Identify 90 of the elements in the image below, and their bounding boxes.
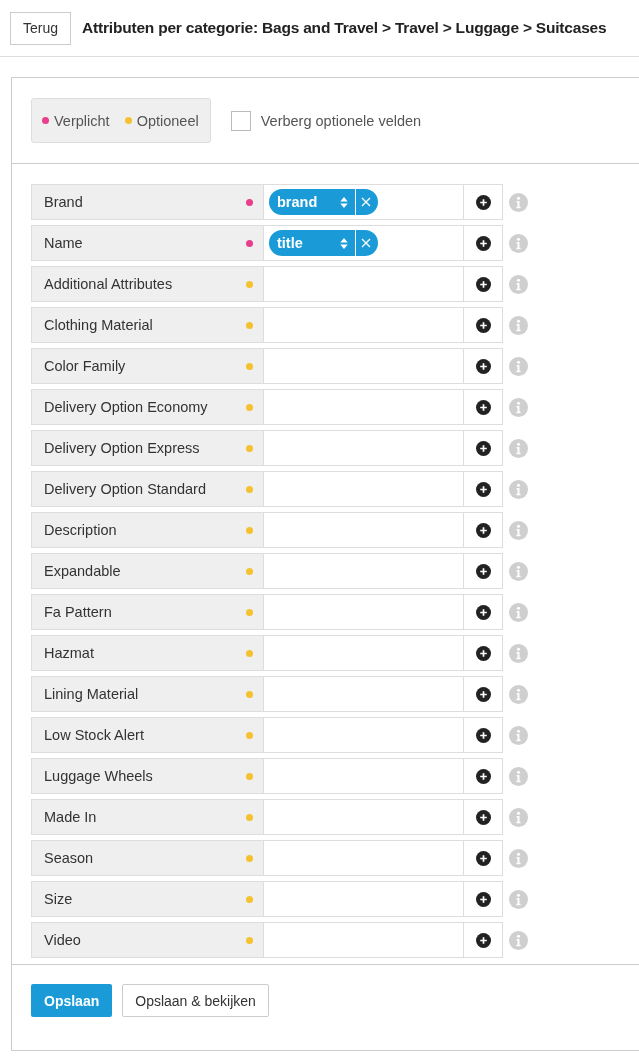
attribute-name: Description — [44, 522, 117, 538]
add-icon[interactable] — [475, 194, 491, 210]
mapping-field[interactable] — [264, 471, 464, 507]
info-icon[interactable] — [509, 602, 528, 622]
add-icon[interactable] — [475, 440, 491, 456]
mapping-field[interactable] — [264, 266, 464, 302]
info-icon[interactable] — [509, 930, 528, 950]
info-icon[interactable] — [509, 274, 528, 294]
add-icon[interactable] — [475, 604, 491, 620]
checkbox[interactable] — [230, 110, 251, 131]
add-icon[interactable] — [475, 727, 491, 743]
add-icon[interactable] — [475, 686, 491, 702]
add-icon[interactable] — [475, 850, 491, 866]
attribute-name: Hazmat — [44, 645, 94, 661]
attribute-name: Delivery Option Standard — [44, 481, 206, 497]
attribute-name: Delivery Option Express — [44, 440, 200, 456]
save-button[interactable]: Opslaan — [31, 984, 113, 1017]
add-icon[interactable] — [475, 932, 491, 948]
mapping-field[interactable]: title — [264, 225, 464, 261]
add-icon[interactable] — [475, 235, 491, 251]
add-icon[interactable] — [475, 809, 491, 825]
attribute-name: Lining Material — [44, 686, 139, 702]
mapping-field[interactable] — [264, 348, 464, 384]
mapping-field[interactable] — [264, 553, 464, 589]
info-icon[interactable] — [509, 643, 528, 663]
attribute-name: Clothing Material — [44, 317, 153, 333]
mapping-field[interactable] — [264, 430, 464, 466]
page-title: Attributen per categorie: Bags and Travel > Travel > Luggage > Suitcases — [82, 19, 607, 37]
info-icon[interactable] — [509, 315, 528, 335]
attribute-name: Additional Attributes — [44, 276, 173, 292]
add-icon[interactable] — [475, 891, 491, 907]
attribute-name: Delivery Option Economy — [44, 399, 208, 415]
sort-icon — [339, 236, 349, 250]
attribute-name: Low Stock Alert — [44, 727, 144, 743]
add-icon[interactable] — [475, 317, 491, 333]
attribute-name: Size — [44, 891, 73, 907]
attribute-name: Fa Pattern — [44, 604, 112, 620]
add-icon[interactable] — [475, 276, 491, 292]
save-and-view-button[interactable]: Opslaan & bekijken — [122, 984, 269, 1017]
checkbox-label: Verberg optionele velden — [260, 112, 422, 129]
mapping-field[interactable] — [264, 635, 464, 671]
add-icon[interactable] — [475, 399, 491, 415]
sort-icon — [339, 195, 349, 209]
mapping-field[interactable] — [264, 512, 464, 548]
mapping-tag[interactable]: brand — [269, 189, 378, 215]
mapping-field[interactable] — [264, 799, 464, 835]
mapping-field[interactable] — [264, 717, 464, 753]
attribute-name: Color Family — [44, 358, 126, 374]
mapping-field[interactable] — [264, 922, 464, 958]
legend-dot — [124, 117, 132, 124]
info-icon[interactable] — [509, 438, 528, 458]
add-icon[interactable] — [475, 481, 491, 497]
mapping-field[interactable] — [264, 307, 464, 343]
mapping-field[interactable] — [264, 758, 464, 794]
mapping-field[interactable] — [264, 594, 464, 630]
add-icon[interactable] — [475, 645, 491, 661]
info-icon[interactable] — [509, 561, 528, 581]
mapping-field[interactable] — [264, 881, 464, 917]
info-icon[interactable] — [509, 766, 528, 786]
attribute-name: Made In — [44, 809, 97, 825]
mapping-field[interactable] — [264, 389, 464, 425]
add-icon[interactable] — [475, 358, 491, 374]
attribute-name: Video — [44, 932, 81, 948]
attribute-name: Brand — [44, 194, 83, 210]
mapping-field[interactable]: brand — [264, 184, 464, 220]
info-icon[interactable] — [509, 725, 528, 745]
attribute-name: Luggage Wheels — [44, 768, 153, 784]
legend-label: Verplicht — [54, 112, 110, 129]
info-icon[interactable] — [509, 807, 528, 827]
attribute-name: Name — [44, 235, 83, 251]
attribute-name: Expandable — [44, 563, 121, 579]
mapping-tag[interactable]: title — [269, 230, 378, 256]
info-icon[interactable] — [509, 889, 528, 909]
info-icon[interactable] — [509, 397, 528, 417]
legend-dot — [42, 117, 49, 124]
info-icon[interactable] — [509, 356, 528, 376]
info-icon[interactable] — [509, 233, 528, 253]
info-icon[interactable] — [509, 192, 528, 212]
info-icon[interactable] — [509, 848, 528, 868]
legend-label: Optioneel — [136, 112, 199, 129]
info-icon[interactable] — [509, 479, 528, 499]
mapping-field[interactable] — [264, 676, 464, 712]
back-button[interactable]: Terug — [10, 11, 72, 45]
attribute-name: Season — [44, 850, 94, 866]
add-icon[interactable] — [475, 522, 491, 538]
info-icon[interactable] — [509, 520, 528, 540]
mapping-field[interactable] — [264, 840, 464, 876]
add-icon[interactable] — [475, 768, 491, 784]
info-icon[interactable] — [509, 684, 528, 704]
add-icon[interactable] — [475, 563, 491, 579]
